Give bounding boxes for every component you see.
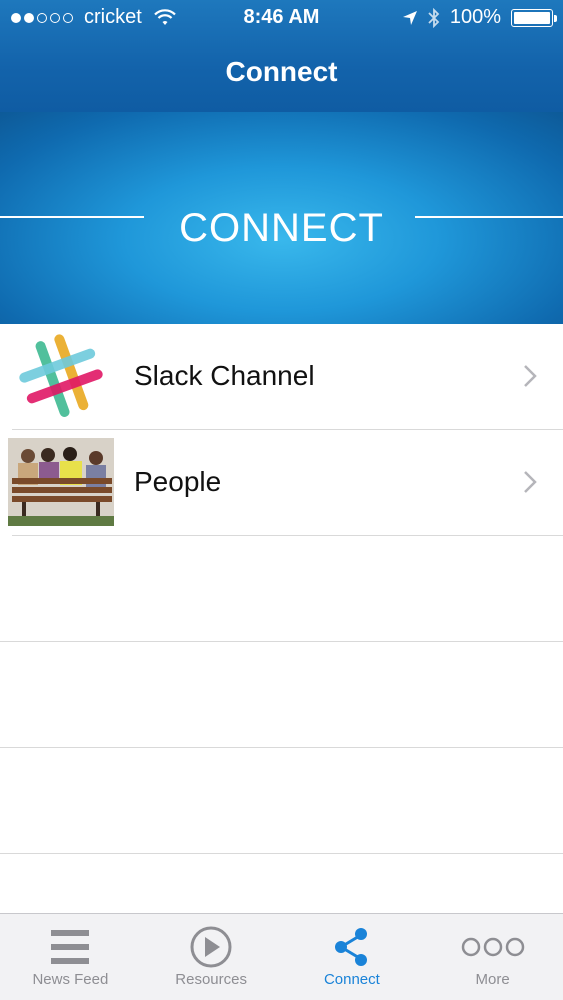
tab-news-feed[interactable]: News Feed [0, 914, 141, 1000]
people-photo [8, 438, 114, 526]
tab-resources[interactable]: Resources [141, 914, 282, 1000]
tab-label: Resources [175, 971, 247, 988]
list-item-label: Slack Channel [134, 360, 315, 391]
list-item-label: People [134, 466, 222, 497]
slack-logo-icon [19, 334, 103, 417]
location-arrow-icon [402, 10, 417, 25]
list-item-slack-channel[interactable]: Slack Channel [12, 324, 563, 430]
empty-list-row [0, 642, 563, 748]
tab-label: More [475, 971, 510, 988]
hero-divider-right [415, 216, 563, 218]
carrier-name: cricket [84, 6, 142, 28]
hero-banner: CONNECT [0, 112, 563, 324]
list-item-people[interactable]: People [8, 430, 563, 536]
battery-percent: 100% [449, 6, 501, 28]
empty-list-row [0, 748, 563, 854]
tab-bar: News Feed Resources Connect More [0, 913, 563, 1000]
nav-title: Connect [225, 56, 338, 87]
top-bar: cricket 8:46 AM 100% Connect [0, 0, 563, 112]
hero-title: CONNECT [179, 206, 384, 250]
more-icon [461, 937, 524, 957]
wifi-icon [154, 8, 176, 25]
signal-strength-icon [11, 12, 76, 23]
share-icon [334, 928, 367, 966]
status-right: 100% [392, 6, 557, 29]
tab-label: News Feed [32, 971, 109, 988]
tab-more[interactable]: More [422, 914, 563, 1000]
status-left: cricket [11, 6, 176, 29]
play-circle-icon [190, 926, 232, 968]
hamburger-icon [51, 930, 90, 964]
chevron-right-icon [524, 471, 537, 493]
status-bar: cricket 8:46 AM 100% [0, 0, 563, 36]
chevron-right-icon [524, 365, 537, 387]
connect-list: Slack Channel People [0, 324, 563, 854]
bluetooth-icon [428, 7, 440, 28]
tab-label: Connect [323, 971, 380, 988]
empty-list-row [0, 536, 563, 642]
battery-icon [511, 8, 557, 27]
tab-connect[interactable]: Connect [282, 914, 423, 1000]
